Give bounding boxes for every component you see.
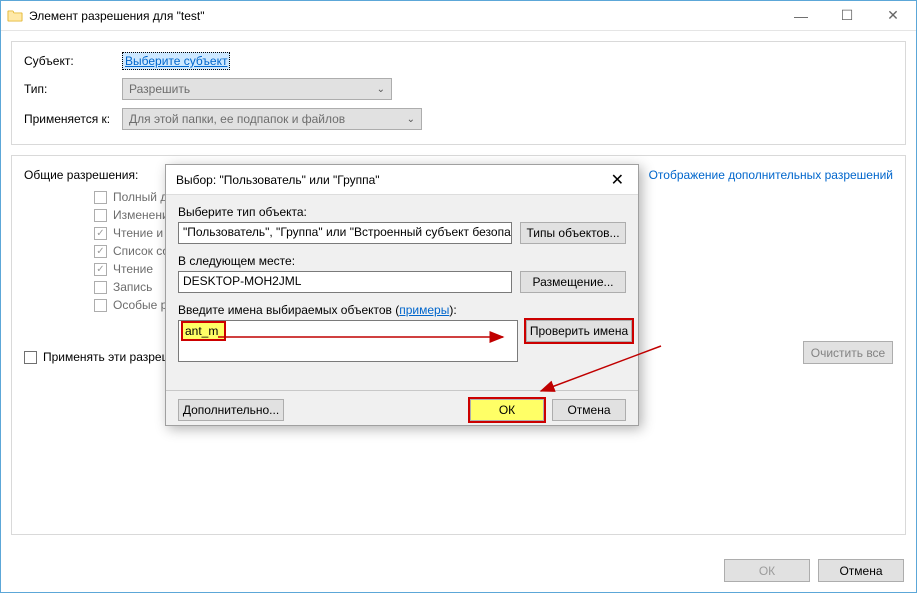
close-icon[interactable]: ✕: [605, 170, 630, 190]
cancel-button[interactable]: Отмена: [818, 559, 904, 582]
object-names-label: Введите имена выбираемых объектов (приме…: [178, 303, 626, 317]
dialog-title: Выбор: "Пользователь" или "Группа": [176, 173, 605, 187]
names-label-prefix: Введите имена выбираемых объектов (: [178, 303, 399, 317]
maximize-button[interactable]: ☐: [824, 1, 870, 31]
titlebar: Элемент разрешения для "test" — ☐ ✕: [1, 1, 916, 31]
close-button[interactable]: ✕: [870, 1, 916, 31]
dialog-titlebar: Выбор: "Пользователь" или "Группа" ✕: [166, 165, 638, 195]
object-names-value: ant_m: [183, 323, 224, 339]
checkbox-label: Список со: [113, 244, 169, 258]
folder-icon: [7, 8, 23, 24]
window-bottom-buttons: ОК Отмена: [724, 559, 904, 582]
type-combo[interactable]: Разрешить ⌄: [122, 78, 392, 100]
checkbox-label: Запись: [113, 280, 152, 294]
dialog-separator: [166, 390, 638, 391]
clear-all-button[interactable]: Очистить все: [803, 341, 893, 364]
object-names-input[interactable]: ant_m: [178, 320, 518, 362]
checkbox-read[interactable]: ✓: [94, 263, 107, 276]
examples-link[interactable]: примеры: [399, 303, 449, 317]
location-field: DESKTOP-MOH2JML: [178, 271, 512, 293]
object-types-button[interactable]: Типы объектов...: [520, 222, 626, 244]
dialog-cancel-button[interactable]: Отмена: [552, 399, 626, 421]
checkbox-read-exec[interactable]: ✓: [94, 227, 107, 240]
subject-label: Субъект:: [24, 54, 122, 68]
minimize-button[interactable]: —: [778, 1, 824, 31]
type-label: Тип:: [24, 82, 122, 96]
applies-label: Применяется к:: [24, 112, 122, 126]
dialog-body: Выберите тип объекта: "Пользователь", "Г…: [166, 195, 638, 382]
dialog-ok-button[interactable]: ОК: [470, 399, 544, 421]
check-names-button[interactable]: Проверить имена: [526, 320, 632, 342]
apply-only-checkbox[interactable]: [24, 351, 37, 364]
checkbox-label: Особые р: [113, 298, 167, 312]
checkbox-label: Полный д: [113, 190, 167, 204]
checkbox-list[interactable]: ✓: [94, 245, 107, 258]
advanced-button[interactable]: Дополнительно...: [178, 399, 284, 421]
object-type-label: Выберите тип объекта:: [178, 205, 626, 219]
chevron-down-icon: ⌄: [377, 84, 385, 95]
type-combo-value: Разрешить: [129, 82, 190, 96]
names-label-suffix: ):: [449, 303, 456, 317]
select-subject-link[interactable]: Выберите субъект: [122, 52, 230, 70]
chevron-down-icon: ⌄: [407, 114, 415, 125]
location-label: В следующем месте:: [178, 254, 626, 268]
object-type-field: "Пользователь", "Группа" или "Встроенный…: [178, 222, 512, 244]
applies-combo[interactable]: Для этой папки, ее подпапок и файлов ⌄: [122, 108, 422, 130]
permissions-header: Общие разрешения:: [24, 168, 138, 182]
permission-window: Элемент разрешения для "test" — ☐ ✕ Субъ…: [0, 0, 917, 593]
checkbox-write[interactable]: [94, 281, 107, 294]
select-user-dialog: Выбор: "Пользователь" или "Группа" ✕ Выб…: [165, 164, 639, 426]
checkbox-label: Изменени: [113, 208, 169, 222]
dialog-bottom-buttons: Дополнительно... ОК Отмена: [166, 399, 638, 431]
window-title: Элемент разрешения для "test": [29, 9, 778, 23]
subject-fieldset: Субъект: Выберите субъект Тип: Разрешить…: [11, 41, 906, 145]
checkbox-label: Чтение: [113, 262, 153, 276]
apply-only-label: Применять эти разреш: [43, 350, 171, 364]
ok-button[interactable]: ОК: [724, 559, 810, 582]
show-advanced-permissions-link[interactable]: Отображение дополнительных разрешений: [649, 168, 893, 182]
window-controls: — ☐ ✕: [778, 1, 916, 31]
object-names-wrap: ant_m: [178, 320, 518, 362]
locations-button[interactable]: Размещение...: [520, 271, 626, 293]
checkbox-modify[interactable]: [94, 209, 107, 222]
checkbox-special[interactable]: [94, 299, 107, 312]
checkbox-full[interactable]: [94, 191, 107, 204]
checkbox-label: Чтение и в: [113, 226, 173, 240]
applies-combo-value: Для этой папки, ее подпапок и файлов: [129, 112, 345, 126]
